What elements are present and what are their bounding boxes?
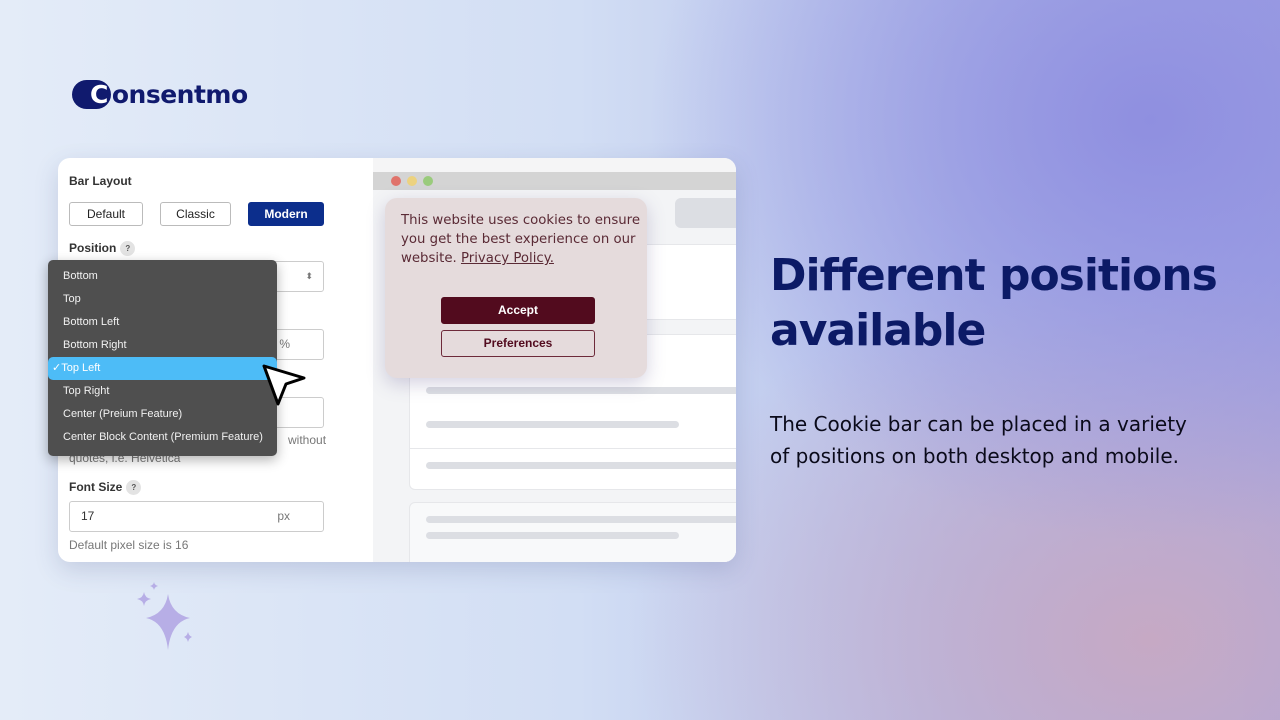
bar-layout-label: Bar Layout (69, 174, 132, 188)
position-option[interactable]: Top Right (48, 380, 277, 403)
position-option[interactable]: Bottom Right (48, 334, 277, 357)
close-dot-icon (391, 176, 401, 186)
consentmo-logo: Consentmo (72, 80, 248, 110)
width-suffix: % (279, 337, 290, 351)
help-icon[interactable]: ? (120, 241, 136, 257)
maximize-dot-icon (423, 176, 433, 186)
layout-default-button[interactable]: Default (69, 202, 143, 226)
selected-option-label: Top Left (61, 362, 101, 374)
logo-text: Consentmo (90, 80, 248, 109)
placeholder-line (426, 516, 736, 523)
select-arrows-icon: ⬍ (305, 271, 313, 281)
layout-modern-button[interactable]: Modern (248, 202, 324, 226)
privacy-policy-link[interactable]: Privacy Policy. (461, 251, 554, 266)
description: The Cookie bar can be placed in a variet… (770, 412, 1187, 468)
font-size-suffix: px (277, 509, 290, 523)
position-label: Position? (69, 241, 136, 257)
sparkle-icon (137, 582, 192, 650)
font-size-label: Font Size? (69, 480, 142, 496)
font-size-label-text: Font Size (69, 480, 123, 494)
layout-classic-button[interactable]: Classic (160, 202, 231, 226)
help-icon[interactable]: ? (126, 480, 142, 496)
font-size-help: Default pixel size is 16 (69, 538, 189, 552)
position-option[interactable]: Center (Preium Feature) (48, 403, 277, 426)
cookie-message: This website uses cookies to ensure you … (401, 211, 641, 268)
divider (409, 448, 736, 449)
placeholder-line (426, 462, 736, 469)
position-option[interactable]: Bottom Left (48, 311, 277, 334)
position-option[interactable]: Center Block Content (Premium Feature) (48, 426, 277, 449)
preferences-button[interactable]: Preferences (441, 330, 595, 357)
position-option-selected[interactable]: ✓Top Left (48, 357, 277, 380)
checkmark-icon: ✓ (52, 362, 62, 374)
position-dropdown: Bottom Top Bottom Left Bottom Right ✓Top… (48, 260, 277, 456)
cookie-bar-popup: This website uses cookies to ensure you … (385, 198, 647, 378)
position-option[interactable]: Bottom (48, 265, 277, 288)
placeholder-line (426, 532, 679, 539)
font-size-input[interactable]: 17 px (69, 501, 324, 532)
placeholder-line (426, 421, 679, 428)
font-size-value: 17 (81, 509, 95, 523)
browser-titlebar (373, 172, 736, 190)
placeholder-block (675, 198, 736, 228)
position-option[interactable]: Top (48, 288, 277, 311)
headline-line-2: available (770, 305, 986, 356)
position-label-text: Position (69, 241, 117, 255)
placeholder-line (426, 387, 736, 394)
minimize-dot-icon (407, 176, 417, 186)
headline: Different positions available (770, 248, 1218, 358)
font-family-help-partial: without (288, 433, 327, 447)
accept-button[interactable]: Accept (441, 297, 595, 324)
headline-line-1: Different positions (770, 250, 1218, 301)
mouse-cursor-icon (262, 364, 306, 406)
